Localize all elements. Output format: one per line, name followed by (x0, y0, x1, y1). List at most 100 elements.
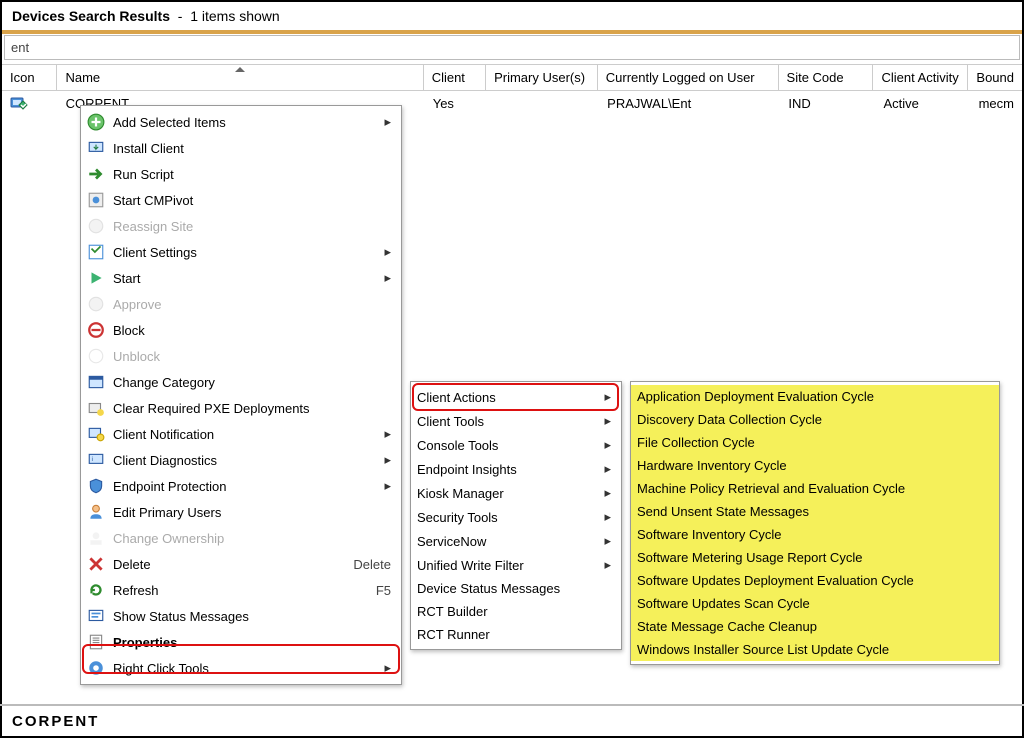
run-icon (87, 165, 105, 183)
submenu-console-tools[interactable]: Console Tools▸ (411, 433, 621, 457)
menu-client-settings[interactable]: Client Settings▸ (81, 239, 401, 265)
cell-logged: PRAJWAL\Ent (599, 94, 780, 119)
submenu-rct: Client Actions▸ Client Tools▸ Console To… (410, 381, 622, 650)
menu-edit-primary-users[interactable]: Edit Primary Users (81, 499, 401, 525)
menu-status-messages[interactable]: Show Status Messages (81, 603, 401, 629)
action-state-msg-cleanup[interactable]: State Message Cache Cleanup (631, 615, 999, 638)
plus-icon (87, 113, 105, 131)
accel-f5: F5 (376, 583, 391, 598)
submenu-client-tools[interactable]: Client Tools▸ (411, 409, 621, 433)
detail-title: CORPENT (0, 704, 1024, 738)
menu-refresh[interactable]: Refresh F5 (81, 577, 401, 603)
shield-icon (87, 477, 105, 495)
diagnostics-icon: i (87, 451, 105, 469)
menu-client-diagnostics[interactable]: i Client Diagnostics▸ (81, 447, 401, 473)
col-activity[interactable]: Client Activity (873, 65, 968, 90)
cell-icon (2, 94, 58, 119)
menu-clear-pxe[interactable]: Clear Required PXE Deployments (81, 395, 401, 421)
submenu-device-status[interactable]: Device Status Messages (411, 577, 621, 600)
category-icon (87, 373, 105, 391)
menu-cmpivot[interactable]: Start CMPivot (81, 187, 401, 213)
chevron-right-icon: ▸ (381, 660, 391, 676)
user-icon (87, 503, 105, 521)
action-sw-updates-deploy[interactable]: Software Updates Deployment Evaluation C… (631, 569, 999, 592)
chevron-right-icon: ▸ (381, 452, 391, 468)
menu-endpoint-protection[interactable]: Endpoint Protection▸ (81, 473, 401, 499)
chevron-right-icon: ▸ (381, 426, 391, 442)
menu-approve: Approve (81, 291, 401, 317)
col-site[interactable]: Site Code (779, 65, 874, 90)
menu-delete[interactable]: Delete Delete (81, 551, 401, 577)
chevron-right-icon: ▸ (381, 270, 391, 286)
install-icon (87, 139, 105, 157)
menu-reassign-site: Reassign Site (81, 213, 401, 239)
action-hw-inventory[interactable]: Hardware Inventory Cycle (631, 454, 999, 477)
submenu-security-tools[interactable]: Security Tools▸ (411, 505, 621, 529)
chevron-right-icon: ▸ (601, 533, 611, 549)
chevron-right-icon: ▸ (381, 478, 391, 494)
menu-right-click-tools[interactable]: Right Click Tools▸ (81, 655, 401, 681)
chevron-right-icon: ▸ (601, 461, 611, 477)
unblock-icon (87, 347, 105, 365)
approve-icon (87, 295, 105, 313)
action-discovery[interactable]: Discovery Data Collection Cycle (631, 408, 999, 431)
chevron-right-icon: ▸ (381, 244, 391, 260)
results-header: Devices Search Results - 1 items shown (2, 2, 1022, 30)
chevron-right-icon: ▸ (601, 485, 611, 501)
bell-icon (87, 425, 105, 443)
device-icon (10, 96, 28, 114)
menu-start[interactable]: Start▸ (81, 265, 401, 291)
owner-icon (87, 529, 105, 547)
play-icon (87, 269, 105, 287)
action-sw-updates-scan[interactable]: Software Updates Scan Cycle (631, 592, 999, 615)
col-client[interactable]: Client (424, 65, 486, 90)
menu-properties[interactable]: Properties (81, 629, 401, 655)
cell-primary (487, 94, 599, 119)
submenu-rct-runner[interactable]: RCT Runner (411, 623, 621, 646)
menu-change-category[interactable]: Change Category (81, 369, 401, 395)
chevron-right-icon: ▸ (381, 114, 391, 130)
menu-run-script[interactable]: Run Script (81, 161, 401, 187)
accel-delete: Delete (353, 557, 391, 572)
action-send-unsent[interactable]: Send Unsent State Messages (631, 500, 999, 523)
menu-add-selected[interactable]: Add Selected Items▸ (81, 109, 401, 135)
action-app-deploy-eval[interactable]: Application Deployment Evaluation Cycle (631, 385, 999, 408)
submenu-endpoint-insights[interactable]: Endpoint Insights▸ (411, 457, 621, 481)
col-logged[interactable]: Currently Logged on User (598, 65, 779, 90)
submenu-unified-write-filter[interactable]: Unified Write Filter▸ (411, 553, 621, 577)
col-icon[interactable]: Icon (2, 65, 57, 90)
action-file-collection[interactable]: File Collection Cycle (631, 431, 999, 454)
menu-change-ownership: Change Ownership (81, 525, 401, 551)
cell-activity: Active (875, 94, 970, 119)
chevron-right-icon: ▸ (601, 437, 611, 453)
menu-client-notification[interactable]: Client Notification▸ (81, 421, 401, 447)
menu-block[interactable]: Block (81, 317, 401, 343)
chevron-right-icon: ▸ (601, 557, 611, 573)
col-primary[interactable]: Primary User(s) (486, 65, 598, 90)
results-title: Devices Search Results (12, 8, 170, 24)
chevron-right-icon: ▸ (601, 389, 611, 405)
submenu-servicenow[interactable]: ServiceNow▸ (411, 529, 621, 553)
site-icon (87, 217, 105, 235)
submenu-kiosk-manager[interactable]: Kiosk Manager▸ (411, 481, 621, 505)
block-icon (87, 321, 105, 339)
delete-icon (87, 555, 105, 573)
search-box[interactable] (4, 35, 1020, 60)
column-headers: Icon Name Client Primary User(s) Current… (2, 64, 1022, 91)
action-win-installer-src[interactable]: Windows Installer Source List Update Cyc… (631, 638, 999, 661)
rct-icon (87, 659, 105, 677)
results-count: 1 items shown (190, 8, 279, 24)
cell-bound: mecm (971, 94, 1022, 119)
action-machine-policy[interactable]: Machine Policy Retrieval and Evaluation … (631, 477, 999, 500)
search-input[interactable] (5, 36, 1019, 59)
context-menu-main: Add Selected Items▸ Install Client Run S… (80, 105, 402, 685)
cell-client: Yes (425, 94, 487, 119)
col-name[interactable]: Name (57, 65, 423, 90)
refresh-icon (87, 581, 105, 599)
col-bound[interactable]: Bound (968, 65, 1022, 90)
submenu-client-actions[interactable]: Client Actions▸ (411, 385, 621, 409)
submenu-rct-builder[interactable]: RCT Builder (411, 600, 621, 623)
action-sw-metering[interactable]: Software Metering Usage Report Cycle (631, 546, 999, 569)
menu-install-client[interactable]: Install Client (81, 135, 401, 161)
action-sw-inventory[interactable]: Software Inventory Cycle (631, 523, 999, 546)
